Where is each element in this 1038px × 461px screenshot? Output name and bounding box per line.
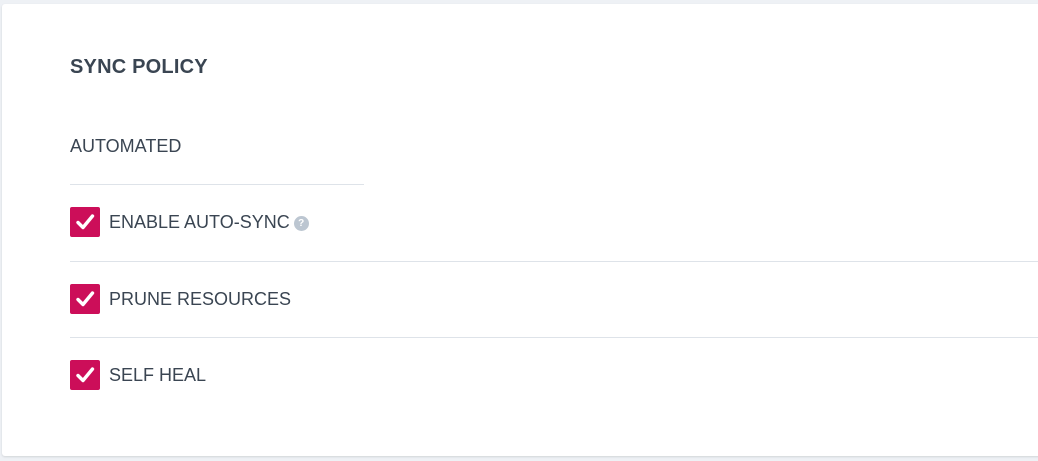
self-heal-label: SELF HEAL	[109, 364, 207, 385]
enable-auto-sync-checkbox[interactable]	[70, 207, 100, 237]
checkmark-icon	[76, 367, 95, 383]
automated-subheading: AUTOMATED	[70, 136, 182, 156]
section-title: SYNC POLICY	[70, 56, 208, 78]
enable-auto-sync-label: ENABLE AUTO-SYNC	[109, 211, 290, 232]
self-heal-checkbox[interactable]	[70, 360, 100, 390]
option-row-enable-auto-sync[interactable]: ENABLE AUTO-SYNC ?	[70, 207, 309, 237]
row-divider	[70, 261, 1038, 262]
prune-resources-label: PRUNE RESOURCES	[109, 288, 292, 309]
row-divider	[70, 337, 1038, 338]
checkmark-icon	[76, 291, 95, 307]
prune-resources-checkbox[interactable]	[70, 284, 100, 314]
automated-divider	[70, 184, 364, 185]
option-row-prune-resources[interactable]: PRUNE RESOURCES	[70, 284, 291, 314]
checkmark-icon	[76, 214, 95, 230]
sync-policy-panel: SYNC POLICY AUTOMATED ENABLE AUTO-SYNC ?…	[2, 4, 1038, 456]
help-icon[interactable]: ?	[293, 215, 309, 231]
option-row-self-heal[interactable]: SELF HEAL	[70, 360, 206, 390]
